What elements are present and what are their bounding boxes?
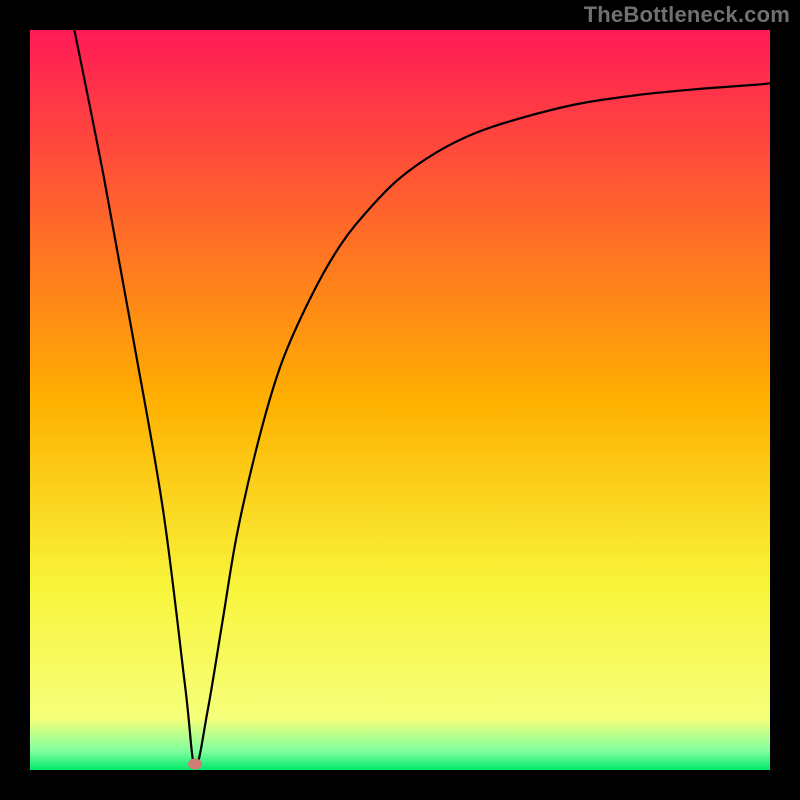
- plot-svg: [30, 30, 770, 770]
- chart-frame: TheBottleneck.com: [0, 0, 800, 800]
- plot-area: [30, 30, 770, 770]
- gradient-background: [30, 30, 770, 770]
- min-marker: [188, 759, 202, 770]
- watermark-text: TheBottleneck.com: [584, 2, 790, 28]
